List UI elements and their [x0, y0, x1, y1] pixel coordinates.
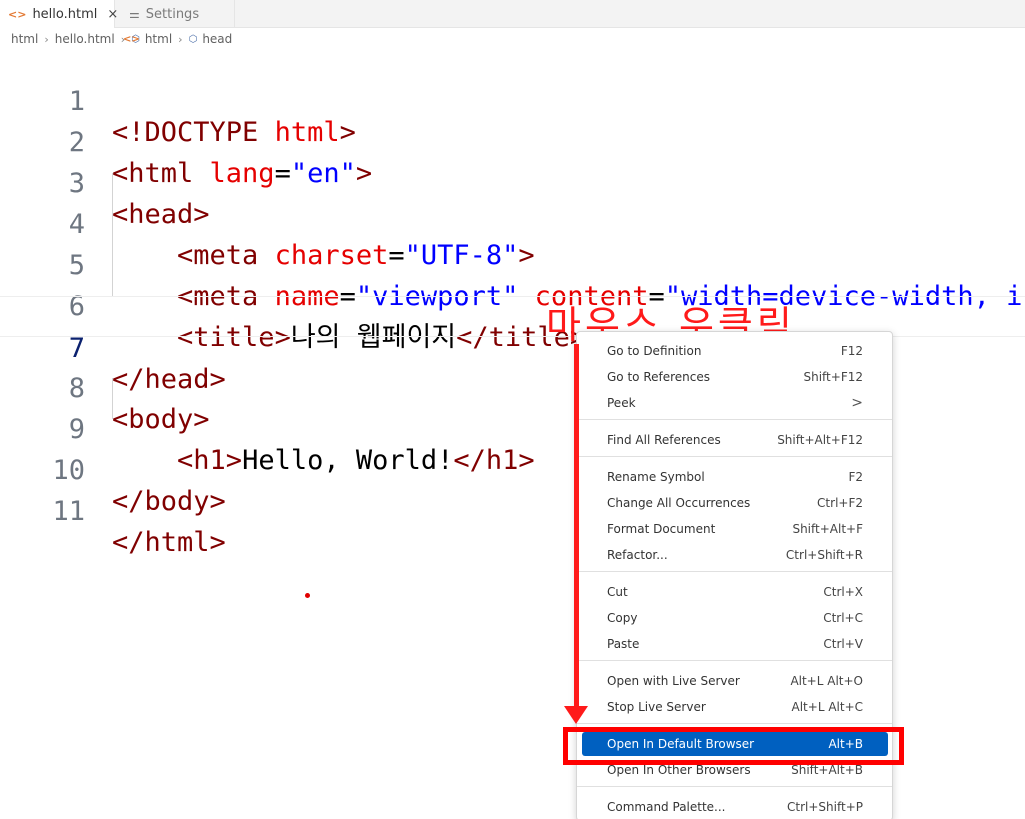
- menu-item-label: Paste: [607, 637, 640, 651]
- menu-item-label: Open In Other Browsers: [607, 763, 751, 777]
- code-token: </html>: [112, 527, 226, 558]
- menu-item-shortcut: Ctrl+C: [823, 611, 863, 625]
- menu-item-label: Peek: [607, 396, 636, 410]
- menu-item-label: Go to Definition: [607, 344, 702, 358]
- annotation-arrow: [574, 344, 579, 714]
- menu-item-label: Change All Occurrences: [607, 496, 751, 510]
- arrow-down-icon: [564, 706, 588, 724]
- menu-item-label: Open with Live Server: [607, 674, 740, 688]
- menu-item-shortcut: F12: [840, 344, 863, 358]
- chevron-right-icon: >: [851, 395, 863, 411]
- annotation-highlight-box: [563, 727, 904, 765]
- tab-bar: <> hello.html × ⚌ Settings: [0, 0, 1025, 28]
- menu-item-command-palette[interactable]: Command Palette... Ctrl+Shift+P: [582, 795, 888, 819]
- menu-item-label: Stop Live Server: [607, 700, 706, 714]
- breadcrumb-item-head[interactable]: head: [202, 32, 232, 46]
- menu-item-shortcut: F2: [848, 470, 863, 484]
- chevron-right-icon: ›: [178, 32, 183, 46]
- menu-item-label: Cut: [607, 585, 628, 599]
- menu-item-go-to-definition[interactable]: Go to Definition F12: [582, 339, 888, 363]
- menu-item-peek[interactable]: Peek >: [582, 391, 888, 415]
- html-file-icon: <>: [8, 7, 27, 21]
- menu-item-label: Command Palette...: [607, 800, 726, 814]
- menu-item-shortcut: Shift+Alt+F: [792, 522, 863, 536]
- menu-item-shortcut: Ctrl+Shift+R: [785, 548, 863, 562]
- menu-item-label: Go to References: [607, 370, 710, 384]
- tab-hello-html[interactable]: <> hello.html ×: [0, 0, 118, 28]
- menu-item-shortcut: Ctrl+V: [823, 637, 863, 651]
- cursor-dot: [305, 593, 310, 598]
- menu-separator: [577, 571, 892, 572]
- menu-item-open-with-live-server[interactable]: Open with Live Server Alt+L Alt+O: [582, 669, 888, 693]
- menu-separator: [577, 786, 892, 787]
- code-line[interactable]: 5 <meta name="viewport" content="width=d…: [0, 214, 1025, 312]
- breadcrumb-item-html-folder[interactable]: html: [11, 32, 38, 46]
- line-number: 11: [52, 496, 85, 527]
- menu-item-shortcut: Alt+L Alt+C: [791, 700, 863, 714]
- menu-item-label: Copy: [607, 611, 638, 625]
- menu-item-stop-live-server[interactable]: Stop Live Server Alt+L Alt+C: [582, 695, 888, 719]
- breadcrumb: html › <> hello.html › ⬡ html › ⬡ head: [11, 30, 232, 48]
- menu-item-paste[interactable]: Paste Ctrl+V: [582, 632, 888, 656]
- menu-item-shortcut: Ctrl+X: [823, 585, 863, 599]
- menu-item-rename-symbol[interactable]: Rename Symbol F2: [582, 465, 888, 489]
- menu-item-copy[interactable]: Copy Ctrl+C: [582, 606, 888, 630]
- menu-item-shortcut: Ctrl+F2: [817, 496, 863, 510]
- chevron-right-icon: ›: [44, 32, 49, 46]
- code-line[interactable]: 6 <title>나의 웹페이지</title>: [0, 255, 1025, 353]
- code-line[interactable]: 2 <html lang="en">: [0, 91, 1025, 189]
- menu-item-cut[interactable]: Cut Ctrl+X: [582, 580, 888, 604]
- menu-item-shortcut: Shift+F12: [803, 370, 863, 384]
- menu-item-find-all-references[interactable]: Find All References Shift+Alt+F12: [582, 428, 888, 452]
- menu-item-shortcut: Shift+Alt+F12: [777, 433, 863, 447]
- menu-item-label: Find All References: [607, 433, 721, 447]
- menu-separator: [577, 419, 892, 420]
- menu-separator: [577, 456, 892, 457]
- menu-item-format-document[interactable]: Format Document Shift+Alt+F: [582, 517, 888, 541]
- code-line[interactable]: 4 <meta charset="UTF-8">: [0, 173, 1025, 271]
- menu-item-shortcut: Alt+L Alt+O: [790, 674, 863, 688]
- breadcrumb-item-html[interactable]: html: [145, 32, 172, 46]
- menu-item-shortcut: Ctrl+Shift+P: [787, 800, 863, 814]
- menu-item-change-all-occurrences[interactable]: Change All Occurrences Ctrl+F2: [582, 491, 888, 515]
- menu-item-shortcut: Shift+Alt+B: [791, 763, 863, 777]
- menu-item-label: Refactor...: [607, 548, 668, 562]
- menu-item-go-to-references[interactable]: Go to References Shift+F12: [582, 365, 888, 389]
- menu-item-label: Format Document: [607, 522, 716, 536]
- code-line[interactable]: 3 <head>: [0, 132, 1025, 230]
- symbol-cube-icon: ⬡: [188, 33, 198, 45]
- menu-separator: [577, 723, 892, 724]
- tab-label: hello.html: [32, 6, 98, 22]
- tab-label: Settings: [145, 6, 200, 22]
- menu-separator: [577, 660, 892, 661]
- menu-item-label: Rename Symbol: [607, 470, 705, 484]
- menu-item-refactor[interactable]: Refactor... Ctrl+Shift+R: [582, 543, 888, 567]
- breadcrumb-item-file[interactable]: hello.html: [55, 32, 115, 46]
- code-line[interactable]: 1 <!DOCTYPE html>: [0, 50, 1025, 148]
